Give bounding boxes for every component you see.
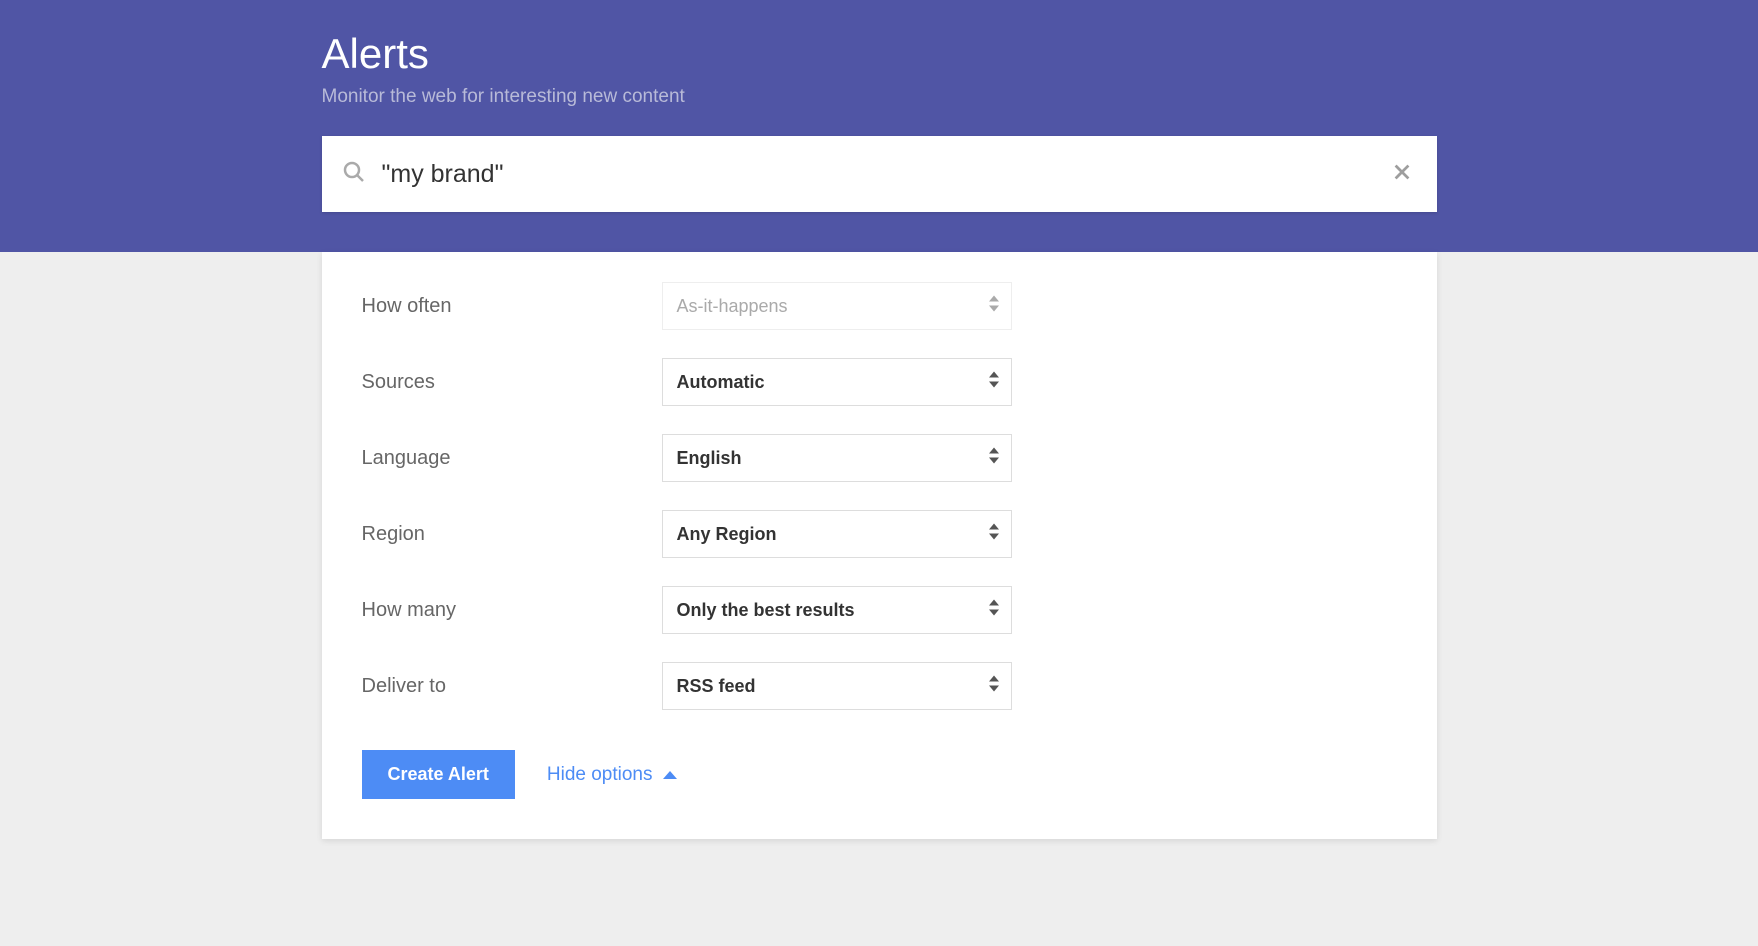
sources-select[interactable]: Automatic	[662, 358, 1012, 406]
sources-label: Sources	[362, 371, 662, 394]
how-often-select[interactable]: As-it-happens	[662, 282, 1012, 330]
search-input[interactable]	[382, 160, 1387, 189]
page-subtitle: Monitor the web for interesting new cont…	[322, 86, 1437, 108]
hide-options-toggle[interactable]: Hide options	[547, 764, 677, 786]
how-often-value: As-it-happens	[677, 296, 788, 317]
sources-value: Automatic	[677, 372, 765, 393]
how-many-value: Only the best results	[677, 600, 855, 621]
language-label: Language	[362, 447, 662, 470]
hide-options-label: Hide options	[547, 764, 653, 786]
deliver-to-label: Deliver to	[362, 675, 662, 698]
how-often-label: How often	[362, 295, 662, 318]
chevron-up-icon	[663, 771, 677, 779]
deliver-to-value: RSS feed	[677, 676, 756, 697]
search-icon	[342, 160, 366, 189]
language-select[interactable]: English	[662, 434, 1012, 482]
search-box	[322, 136, 1437, 212]
region-value: Any Region	[677, 524, 777, 545]
deliver-to-select[interactable]: RSS feed	[662, 662, 1012, 710]
region-select[interactable]: Any Region	[662, 510, 1012, 558]
options-panel: How often As-it-happens Sources Automati…	[322, 252, 1437, 839]
how-many-label: How many	[362, 599, 662, 622]
page-title: Alerts	[322, 30, 1437, 78]
create-alert-button[interactable]: Create Alert	[362, 750, 515, 799]
close-icon[interactable]	[1387, 157, 1417, 192]
region-label: Region	[362, 523, 662, 546]
language-value: English	[677, 448, 742, 469]
how-many-select[interactable]: Only the best results	[662, 586, 1012, 634]
